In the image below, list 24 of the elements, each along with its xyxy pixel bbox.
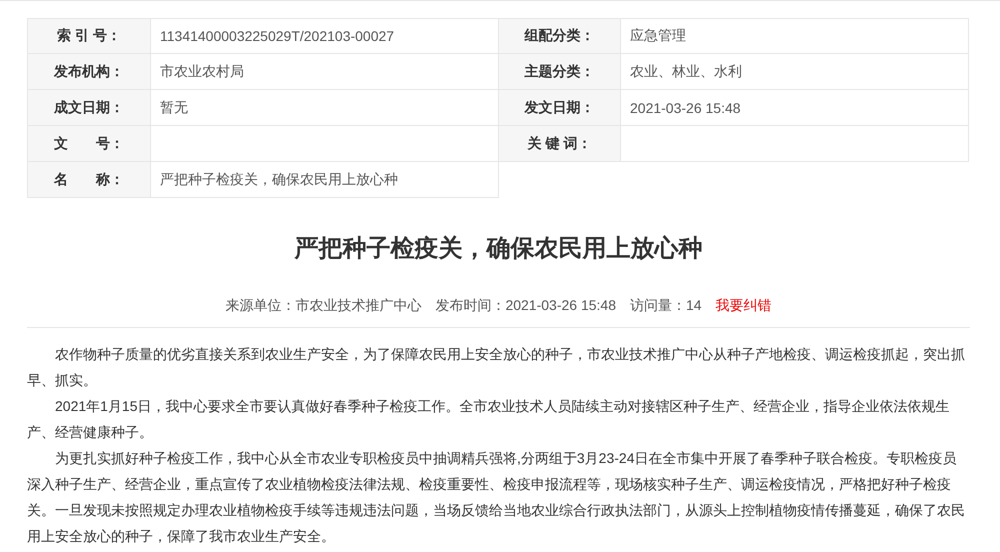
meta-text: 访问量：14	[630, 297, 702, 315]
field-value: 应急管理	[621, 18, 969, 54]
field-label: 发文日期：	[499, 90, 621, 126]
field-value: 2021-03-26 15:48	[621, 90, 969, 126]
field-label: 成文日期：	[27, 90, 151, 126]
meta-text: 来源单位：市农业技术推广中心	[225, 297, 422, 315]
field-label: 索 引 号：	[27, 18, 151, 54]
field-value: 市农业农村局	[151, 54, 499, 90]
paragraph: 农作物种子质量的优劣直接关系到农业生产安全，为了保障农民用上安全放心的种子，市农业技术推广中心从种子产地检疫、调运检疫抓起，突出抓早、抓实。	[27, 345, 966, 390]
paragraph: 为更扎实抓好种子检疫工作，我中心从全市农业专职检疫员中抽调精兵强将,分两组于3月23-24日在全市集中开展了春季种子联合检疫。专职检疫员深入种子生产、经营企业，重点宣传了农业植物检疫法律法规、检疫重要性、检疫申报流程等，现场核实种子生产、调运检疫情况，严格把好种子检疫关。一旦发现未按照规定办理农业植物检疫手续等违规违法问题，当场反馈给当地农业综合行政执法部门，从源头上控制植物疫情传播蔓延，确保了农民用上安全放心的种子，保障了我市农业生产安全。	[27, 449, 966, 546]
field-label: 名 称：	[27, 162, 151, 198]
field-label: 文 号：	[27, 126, 151, 162]
field-label: 主题分类：	[499, 54, 621, 90]
field-value: 11341400003225029T/202103-00027	[151, 18, 499, 54]
field-label: 组配分类：	[499, 18, 621, 54]
field-label: 关 键 词：	[499, 126, 621, 162]
meta-text: 发布时间：2021-03-26 15:48	[435, 297, 616, 315]
paragraph: 2021年1月15日，我中心要求全市要认真做好春季种子检疫工作。全市农业技术人员陆续主动对接辖区种子生产、经营企业，指导企业依法依规生产、经营健康种子。	[27, 397, 951, 442]
field-value: 暂无	[151, 90, 499, 126]
field-value: 严把种子检疫关，确保农民用上放心种	[151, 162, 499, 198]
field-label: 发布机构：	[27, 54, 151, 90]
report-error-link[interactable]: 我要纠错	[716, 297, 772, 315]
field-value: 农业、林业、水利	[621, 54, 969, 90]
article-title: 严把种子检疫关，确保农民用上放心种	[293, 234, 704, 264]
